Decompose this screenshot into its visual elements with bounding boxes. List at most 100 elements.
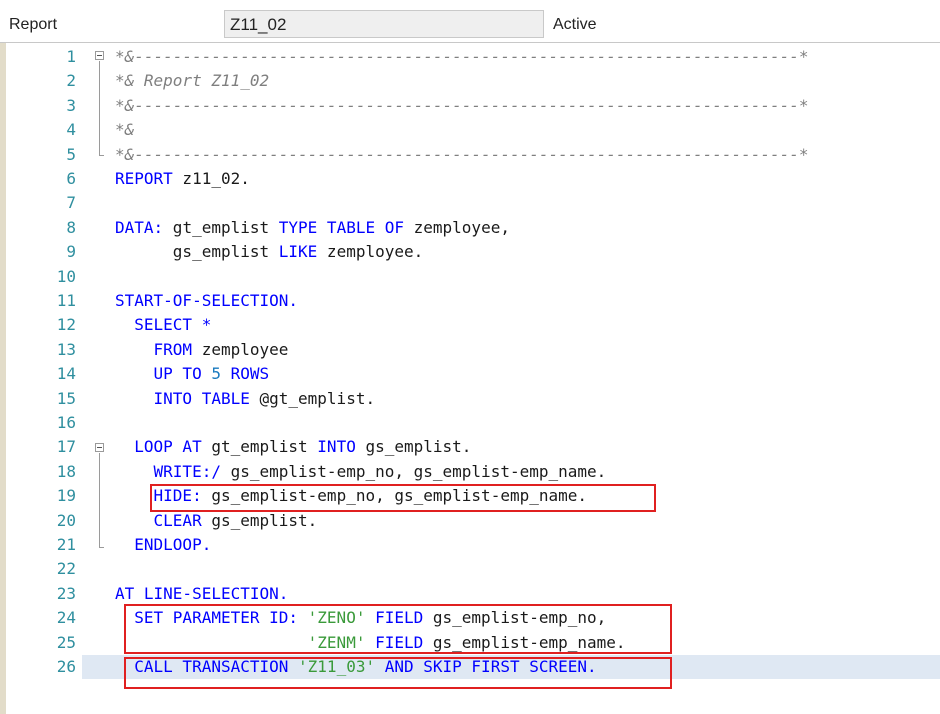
line-number: 9 [66, 242, 76, 262]
line-number: 22 [56, 559, 76, 579]
code-text: AT LINE-SELECTION. [115, 582, 288, 606]
line-number: 5 [66, 144, 76, 164]
code-token: ENDLOOP. [115, 535, 212, 554]
fold-guide-end [99, 155, 104, 156]
line-number: 18 [56, 461, 76, 481]
line-number: 13 [56, 339, 76, 359]
code-token: START-OF-SELECTION. [115, 291, 299, 310]
code-token: z11_02. [172, 169, 250, 188]
code-token: WRITE:/ [115, 461, 221, 481]
code-text: WRITE:/ gs_emplist-emp_no, gs_emplist-em… [115, 460, 607, 484]
collapse-icon[interactable] [95, 51, 104, 60]
code-token: LOOP AT [115, 437, 202, 457]
code-line[interactable]: 22 [57, 557, 940, 581]
code-editor[interactable]: 26 CALL TRANSACTION 'Z11_03' AND SKIP FI… [57, 43, 940, 714]
code-token: zemployee. [317, 242, 424, 262]
code-token: AT LINE-SELECTION. [115, 583, 289, 603]
code-text: ENDLOOP. [115, 533, 211, 557]
code-line[interactable]: 6 REPORT z11_02. [66, 167, 940, 191]
code-text: CLEAR gs_emplist. [115, 509, 318, 533]
code-line[interactable]: 10 [57, 265, 940, 289]
code-text: DATA: gt_emplist TYPE TABLE OF zemployee… [115, 216, 510, 240]
code-token: ROWS [220, 364, 270, 384]
code-token: gs_emplist. [355, 437, 472, 457]
code-line[interactable]: 13 FROM zemployee [57, 338, 940, 362]
code-token: FROM [115, 339, 193, 359]
object-type-label: Report [9, 16, 58, 33]
highlight-box-hide [150, 484, 656, 512]
line-number: 6 [66, 169, 76, 188]
code-token: *&--------------------------------------… [115, 47, 809, 66]
code-token: gs_emplist [115, 242, 279, 262]
code-line[interactable]: 21 ENDLOOP. [57, 533, 940, 557]
code-line[interactable]: 14 UP TO 5 ROWS [57, 362, 940, 386]
line-number: 1 [66, 47, 76, 66]
code-text: FROM zemployee [115, 338, 289, 362]
line-number: 10 [56, 266, 76, 286]
code-line[interactable]: 15 INTO TABLE @gt_emplist. [57, 387, 940, 411]
code-line[interactable]: 11 START-OF-SELECTION. [57, 289, 940, 313]
line-number: 19 [56, 486, 76, 506]
line-number: 2 [66, 71, 76, 91]
line-number: 8 [66, 217, 76, 237]
line-number: 24 [56, 608, 76, 628]
code-line[interactable]: 17 LOOP AT gt_emplist INTO gs_emplist. [57, 435, 940, 459]
code-line[interactable]: 18 WRITE:/ gs_emplist-emp_no, gs_emplist… [57, 460, 940, 484]
line-number: 16 [56, 413, 76, 432]
line-number: 17 [56, 437, 76, 457]
code-text: *&--------------------------------------… [115, 45, 809, 69]
code-line[interactable]: 7 [66, 191, 940, 215]
code-token: SELECT * [115, 315, 212, 335]
code-token: UP TO [115, 364, 212, 384]
collapse-icon[interactable] [95, 443, 104, 452]
line-number: 21 [56, 535, 76, 554]
fold-guide-end [99, 547, 104, 548]
code-token: INTO TABLE [115, 388, 250, 408]
line-number: 12 [56, 315, 76, 335]
code-text: START-OF-SELECTION. [115, 289, 298, 313]
code-line[interactable]: 12 SELECT * [57, 313, 940, 337]
code-text: gs_emplist LIKE zemployee. [115, 240, 423, 264]
code-text: INTO TABLE @gt_emplist. [115, 387, 376, 411]
code-token: gt_emplist [163, 217, 279, 237]
line-number: 4 [66, 120, 76, 140]
code-text: SELECT * [115, 313, 211, 337]
code-line[interactable]: 23 AT LINE-SELECTION. [57, 582, 940, 606]
code-text: *& Report Z11_02 [115, 69, 269, 93]
code-token: LIKE [278, 242, 318, 262]
code-line[interactable]: 4 *& [66, 118, 940, 142]
code-token: zemployee [192, 339, 289, 359]
code-line[interactable]: 9 gs_emplist LIKE zemployee. [66, 240, 940, 264]
code-line[interactable]: 8 DATA: gt_emplist TYPE TABLE OF zemploye… [66, 216, 940, 240]
code-token: *&--------------------------------------… [115, 144, 809, 164]
code-token: zemployee, [404, 217, 510, 237]
code-text: LOOP AT gt_emplist INTO gs_emplist. [115, 435, 471, 459]
code-line[interactable]: 20 CLEAR gs_emplist. [57, 509, 940, 533]
status-label: Active [553, 16, 597, 33]
line-number: 26 [56, 657, 76, 676]
code-line[interactable]: 16 [57, 411, 940, 435]
code-text: *&--------------------------------------… [115, 94, 809, 118]
code-token: @gt_emplist. [249, 388, 376, 408]
line-number: 11 [56, 291, 76, 310]
line-number: 23 [56, 583, 76, 603]
code-text: *& [115, 118, 134, 142]
code-token: *& [115, 120, 135, 140]
line-number: 14 [56, 364, 76, 384]
code-token: TYPE TABLE OF [278, 217, 404, 237]
program-name-field[interactable]: Z11_02 [224, 10, 544, 38]
code-token: INTO [317, 437, 356, 457]
fold-guide [99, 61, 100, 155]
code-line[interactable]: 5 *&-------------------------------------… [66, 143, 940, 167]
code-line[interactable]: 1 *&-------------------------------------… [66, 45, 940, 69]
code-token: CLEAR [115, 510, 202, 530]
editor-header: Report Z11_02 Active [0, 0, 940, 43]
code-token: 5 [211, 364, 221, 384]
fold-guide [99, 453, 100, 547]
highlight-box-call-transaction [124, 657, 672, 689]
code-line[interactable]: 2 *& Report Z11_02 [66, 69, 940, 93]
code-text: REPORT z11_02. [115, 167, 250, 191]
code-line[interactable]: 3 *&-------------------------------------… [66, 94, 940, 118]
line-number: 20 [56, 510, 76, 530]
highlight-box-set-parameter [124, 604, 672, 654]
